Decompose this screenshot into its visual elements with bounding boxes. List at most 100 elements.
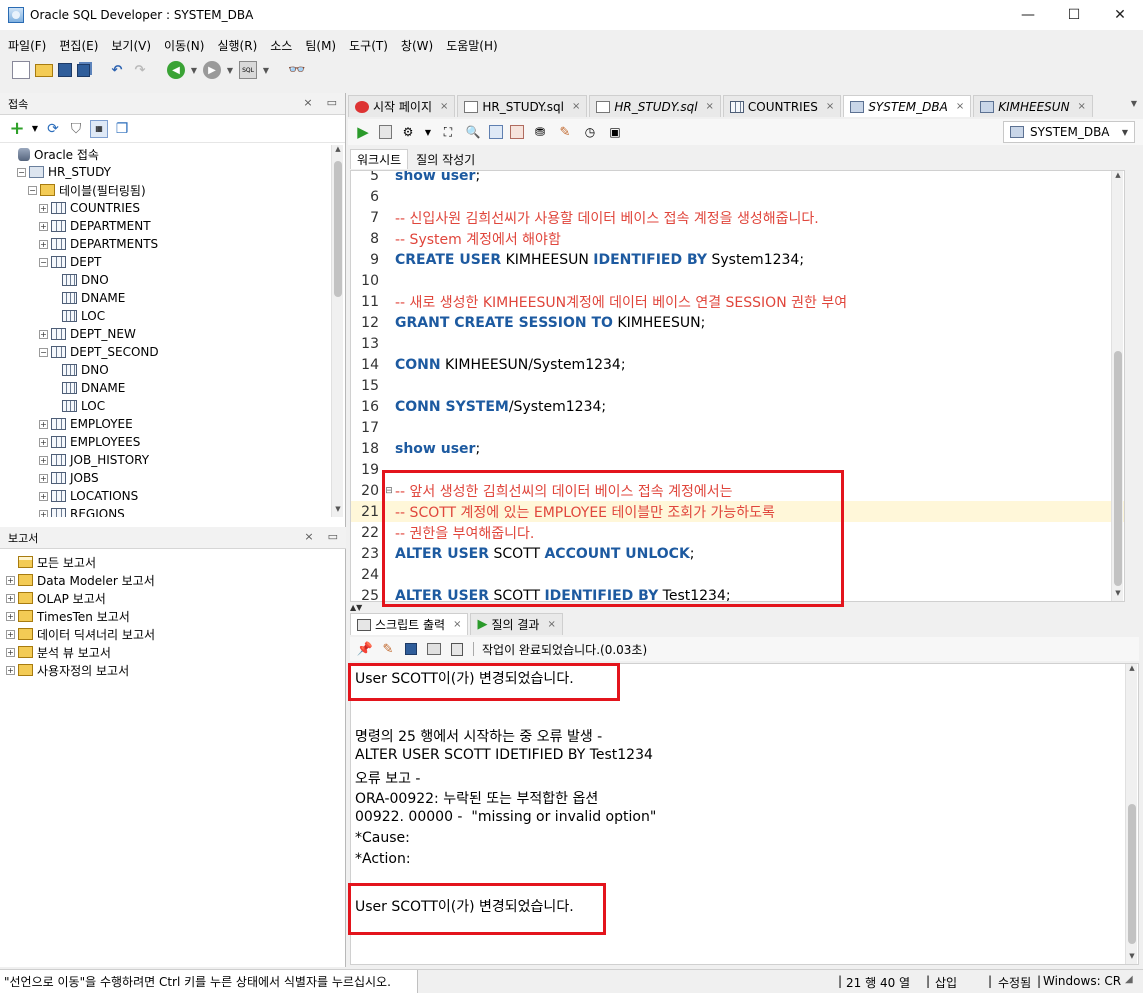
close-tab-icon[interactable]: × (706, 101, 714, 112)
tree-node[interactable]: DNO (0, 271, 331, 289)
tree-node[interactable]: DNO (0, 361, 331, 379)
close-button[interactable]: ✕ (1097, 0, 1143, 30)
expand-icon[interactable]: + (6, 593, 15, 603)
close-tab-icon[interactable]: × (440, 101, 448, 112)
panel-minimize-icon[interactable]: × (304, 530, 313, 543)
commit-icon[interactable] (489, 125, 503, 139)
close-tab-icon[interactable]: × (453, 619, 461, 630)
tree-node[interactable]: LOC (0, 307, 331, 325)
menu-item-7[interactable]: 도구(T) (349, 37, 388, 54)
splitter-arrows-icon[interactable]: ▲▼ (350, 603, 362, 612)
menu-item-0[interactable]: 파일(F) (8, 37, 46, 54)
tree-node[interactable]: + DEPARTMENTS (0, 235, 331, 253)
back-dropdown-icon[interactable]: ▼ (190, 61, 198, 79)
menu-item-3[interactable]: 이동(N) (164, 37, 204, 54)
minimize-button[interactable]: — (1005, 0, 1051, 30)
insert-mode[interactable]: 삽입 (935, 974, 957, 991)
expand-icon[interactable]: + (39, 437, 48, 447)
output-tab[interactable]: ▶ 질의 결과 × (470, 613, 563, 635)
tree-node[interactable]: + 분석 뷰 보고서 (0, 643, 346, 661)
expand-icon[interactable]: + (6, 629, 15, 639)
print-icon[interactable] (427, 643, 441, 655)
rollback-icon[interactable] (510, 125, 524, 139)
expand-icon[interactable]: + (39, 455, 48, 465)
menu-item-8[interactable]: 창(W) (401, 37, 433, 54)
expand-icon[interactable]: + (6, 575, 15, 585)
panel-minimize-icon[interactable]: × (303, 96, 312, 109)
expand-icon[interactable]: + (39, 509, 48, 517)
tree-node[interactable]: + JOBS (0, 469, 331, 487)
manage-connections-icon[interactable]: ❐ (113, 120, 131, 138)
tree-node[interactable]: − 테이블(필터링됨) (0, 181, 331, 199)
sql-worksheet-dropdown-icon[interactable]: ▼ (262, 61, 270, 79)
close-tab-icon[interactable]: × (956, 101, 964, 112)
tree-node[interactable]: + EMPLOYEES (0, 433, 331, 451)
format-icon[interactable]: ▣ (606, 123, 624, 141)
output-scrollbar[interactable]: ▲ ▼ (1125, 664, 1137, 964)
tree-node[interactable]: + OLAP 보고서 (0, 589, 346, 607)
schema-browser-icon[interactable]: ▦ (90, 119, 108, 138)
run-script-icon[interactable] (379, 125, 392, 139)
document-tab[interactable]: HR_STUDY.sql × (589, 95, 721, 117)
output-tab[interactable]: 스크립트 출력 × (350, 613, 469, 635)
panel-restore-icon[interactable]: ▭ (328, 530, 338, 543)
tree-node[interactable]: + TimesTen 보고서 (0, 607, 346, 625)
tree-node[interactable]: + COUNTRIES (0, 199, 331, 217)
connections-scrollbar[interactable]: ▲ ▼ (331, 145, 343, 517)
tree-node[interactable]: Oracle 접속 (0, 145, 331, 163)
expand-icon[interactable]: + (39, 329, 48, 339)
tree-node[interactable]: − DEPT (0, 253, 331, 271)
collapse-icon[interactable]: − (28, 185, 37, 195)
clear-output-icon[interactable]: ✎ (379, 640, 397, 658)
collapse-icon[interactable]: − (17, 167, 26, 177)
run-statement-icon[interactable]: ▶ (354, 123, 372, 141)
undo-icon[interactable]: ↶ (108, 61, 126, 79)
tree-node[interactable]: + EMPLOYEE (0, 415, 331, 433)
tree-node[interactable]: + REGIONS (0, 505, 331, 517)
close-tab-icon[interactable]: × (1078, 101, 1086, 112)
menu-item-4[interactable]: 실행(R) (217, 37, 257, 54)
line-ending[interactable]: Windows: CR (1043, 974, 1121, 988)
menu-item-9[interactable]: 도움말(H) (446, 37, 498, 54)
tree-node[interactable]: + LOCATIONS (0, 487, 331, 505)
collapse-icon[interactable]: − (39, 257, 48, 267)
document-tab[interactable]: HR_STUDY.sql × (457, 95, 588, 117)
add-connection-dropdown-icon[interactable]: ▼ (31, 120, 39, 138)
menu-item-1[interactable]: 편집(E) (59, 37, 98, 54)
autotrace-icon[interactable]: ⚙ (399, 123, 417, 141)
back-arrow-icon[interactable]: ◀ (167, 61, 185, 79)
find-db-object-icon[interactable]: 👓 (288, 61, 306, 79)
sql-history-icon[interactable]: ◷ (581, 123, 599, 141)
expand-icon[interactable]: + (39, 221, 48, 231)
expand-icon[interactable]: + (6, 647, 15, 657)
tree-node[interactable]: + 사용자정의 보고서 (0, 661, 346, 679)
tree-node[interactable]: − HR_STUDY (0, 163, 331, 181)
tab-list-dropdown-icon[interactable]: ▼ (1131, 99, 1137, 108)
save-icon[interactable] (58, 63, 72, 77)
menu-item-5[interactable]: 소스 (270, 37, 292, 54)
explain-plan-icon[interactable]: ⛶ (439, 123, 457, 141)
tree-node[interactable]: + Data Modeler 보고서 (0, 571, 346, 589)
unshared-sql-icon[interactable]: ⛃ (531, 123, 549, 141)
tree-node[interactable]: − DEPT_SECOND (0, 343, 331, 361)
expand-icon[interactable]: + (6, 665, 15, 675)
expand-icon[interactable]: + (39, 491, 48, 501)
maximize-button[interactable]: ☐ (1051, 0, 1097, 30)
refresh-icon[interactable]: ⟳ (44, 120, 62, 138)
forward-arrow-icon[interactable]: ▶ (203, 61, 221, 79)
expand-icon[interactable]: + (39, 419, 48, 429)
tab-query-builder[interactable]: 질의 작성기 (410, 149, 481, 169)
save-all-icon[interactable] (77, 63, 90, 77)
tree-node[interactable]: + DEPT_NEW (0, 325, 331, 343)
expand-icon[interactable]: + (39, 203, 48, 213)
expand-icon[interactable]: + (39, 473, 48, 483)
document-tab[interactable]: SYSTEM_DBA × (843, 95, 972, 117)
document-tab[interactable]: 시작 페이지 × (348, 95, 456, 117)
tree-node[interactable]: DNAME (0, 379, 331, 397)
tree-node[interactable]: 모든 보고서 (0, 553, 346, 571)
connection-selector[interactable]: SYSTEM_DBA ▼ (1003, 121, 1135, 143)
new-file-icon[interactable] (12, 61, 30, 79)
save-output-icon[interactable] (405, 643, 417, 655)
open-folder-icon[interactable] (35, 63, 53, 77)
output-file-icon[interactable] (451, 642, 463, 656)
